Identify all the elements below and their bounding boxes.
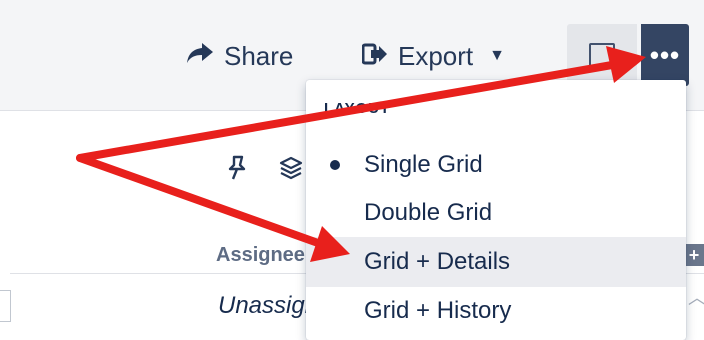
assignee-cell[interactable]: Unassigned [218, 292, 310, 320]
square-icon [589, 43, 615, 69]
menu-item-label: Grid + History [364, 297, 512, 324]
share-button[interactable]: Share [186, 36, 293, 76]
menu-item-grid-details[interactable]: Grid + Details [306, 237, 686, 287]
selected-bullet-icon [330, 160, 340, 170]
menu-item-label: Double Grid [364, 199, 493, 226]
scroll-up-icon[interactable]: ︿ [688, 284, 704, 310]
chevron-down-icon: ▼ [489, 47, 505, 64]
more-options-button[interactable]: ••• [641, 24, 689, 86]
pin-icon[interactable] [225, 155, 249, 188]
menu-item-label: Grid + Details [364, 248, 511, 275]
export-label: Export [398, 40, 474, 71]
layout-dropdown-menu: LAYOUT Single Grid Double Grid Grid + De… [306, 80, 686, 340]
export-icon [361, 41, 388, 72]
view-toggle-button[interactable] [567, 24, 637, 86]
layers-icon[interactable] [279, 155, 303, 188]
ellipsis-icon: ••• [649, 39, 681, 70]
export-button[interactable]: Export ▼ [361, 36, 505, 76]
menu-item-label: Single Grid [364, 151, 483, 178]
share-label: Share [224, 40, 294, 71]
add-column-icon[interactable]: + [684, 244, 704, 266]
menu-item-single-grid[interactable]: Single Grid [306, 140, 686, 190]
content-actions [225, 155, 303, 188]
menu-heading: LAYOUT [324, 100, 391, 117]
column-header-assignee[interactable]: Assignee [216, 244, 312, 267]
row-checkbox-cell[interactable] [0, 290, 11, 322]
share-arrow-icon [186, 41, 214, 72]
menu-item-double-grid[interactable]: Double Grid [306, 188, 686, 238]
